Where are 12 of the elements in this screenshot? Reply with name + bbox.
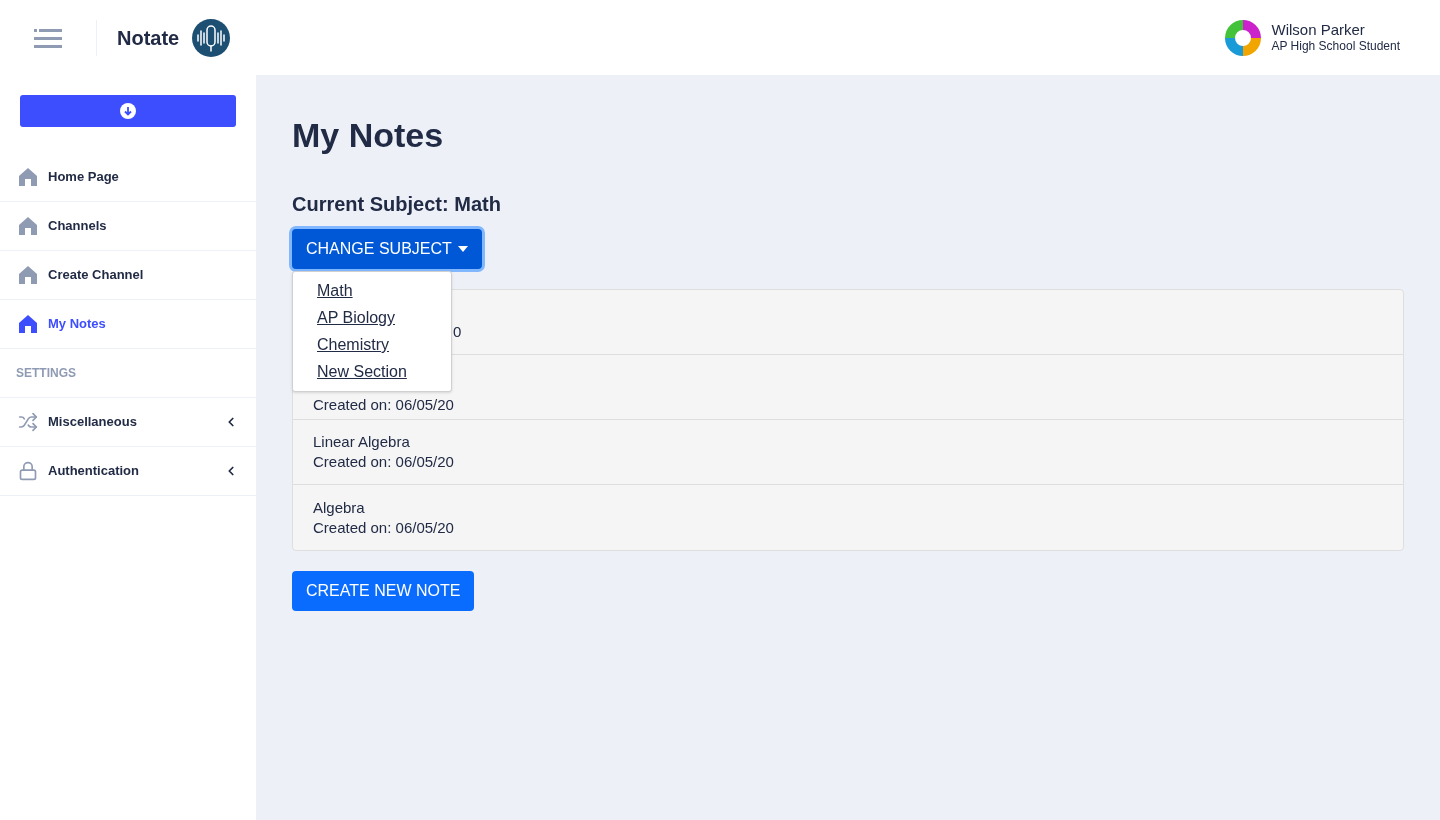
note-date: Created on: 06/05/20	[313, 452, 455, 472]
section-heading: SETTINGS	[16, 365, 76, 382]
note-date: 0	[453, 322, 462, 342]
page-title: My Notes	[292, 115, 445, 155]
user-name: Wilson Parker	[1271, 20, 1366, 38]
note-title: Linear Algebra	[313, 432, 411, 452]
note-date: Created on: 06/05/20	[313, 517, 455, 538]
note-title: Algebra	[313, 497, 366, 518]
user-role: AP High School Student	[1271, 37, 1400, 55]
note-date: Created on: 06/05/20	[313, 395, 454, 415]
subject-heading: Current Subject: Math	[292, 192, 502, 217]
app-name: Notate	[117, 25, 180, 51]
